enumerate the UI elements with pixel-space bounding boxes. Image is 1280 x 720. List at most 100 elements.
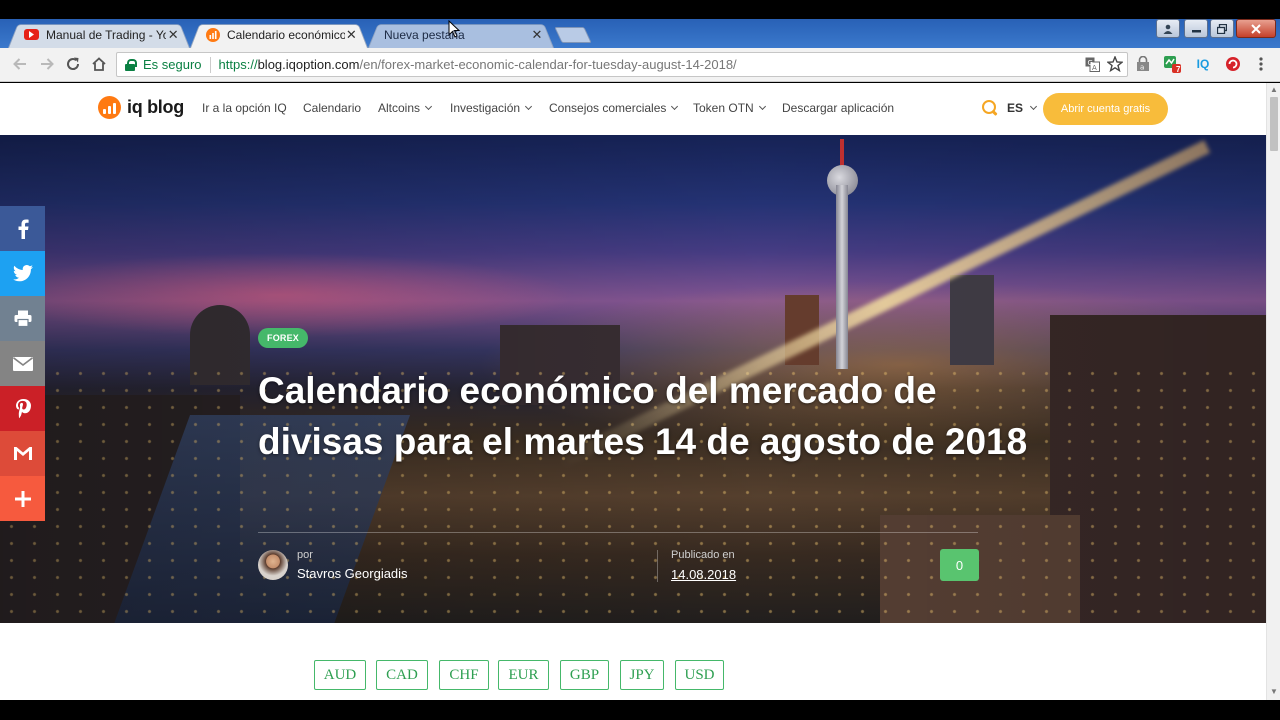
chevron-down-icon bbox=[1029, 102, 1038, 111]
chrome-menu-icon[interactable] bbox=[1252, 55, 1270, 73]
nav-item-token-otn[interactable]: Token OTN bbox=[693, 101, 766, 115]
tab-title: Manual de Trading - You bbox=[46, 27, 167, 42]
iq-blog-logo[interactable]: iq blog bbox=[98, 96, 184, 119]
extension-lock-icon[interactable]: a bbox=[1134, 55, 1152, 73]
iq-logo-icon bbox=[98, 96, 121, 119]
translate-icon[interactable]: GA bbox=[1083, 55, 1101, 73]
minimize-icon[interactable] bbox=[1184, 19, 1208, 38]
svg-text:a: a bbox=[1140, 64, 1144, 72]
plus-icon bbox=[14, 490, 31, 507]
nav-item-calendario[interactable]: Calendario bbox=[303, 101, 361, 115]
tab-strip: Manual de Trading - You ✕ Calendario eco… bbox=[0, 0, 1280, 48]
currency-tag-usd[interactable]: USD bbox=[675, 660, 724, 690]
print-icon bbox=[14, 310, 31, 327]
red-extension-icon[interactable] bbox=[1224, 55, 1242, 73]
back-icon[interactable] bbox=[11, 56, 29, 74]
nav-item-investigacion[interactable]: Investigación bbox=[450, 101, 533, 115]
site-header: iq blog Ir a la opción IQ Calendario Alt… bbox=[0, 83, 1266, 135]
divider bbox=[209, 56, 211, 73]
restore-icon[interactable] bbox=[1210, 19, 1234, 38]
currency-tag-chf[interactable]: CHF bbox=[439, 660, 489, 690]
share-twitter-button[interactable] bbox=[0, 251, 45, 296]
address-bar[interactable]: Es seguro https://blog.iqoption.com/en/f… bbox=[116, 52, 1128, 77]
bookmark-star-icon[interactable] bbox=[1106, 55, 1124, 73]
lock-icon bbox=[125, 59, 137, 71]
share-print-button[interactable] bbox=[0, 296, 45, 341]
url-path: /en/forex-market-economic-calendar-for-t… bbox=[359, 57, 737, 72]
new-tab-button[interactable] bbox=[554, 27, 592, 43]
page-scrollbar[interactable]: ▲ ▼ bbox=[1266, 83, 1280, 700]
hero-banner: FOREX Calendario económico del mercado d… bbox=[0, 135, 1266, 623]
tab-manual-de-trading[interactable]: Manual de Trading - You ✕ bbox=[8, 21, 190, 48]
close-tab-icon[interactable]: ✕ bbox=[530, 27, 544, 43]
screen: Manual de Trading - You ✕ Calendario eco… bbox=[0, 0, 1280, 720]
home-icon[interactable] bbox=[90, 56, 108, 74]
nav-label: Investigación bbox=[450, 101, 521, 115]
by-label: por bbox=[297, 549, 313, 561]
close-tab-icon[interactable]: ✕ bbox=[166, 27, 180, 43]
nav-label: Consejos comerciales bbox=[549, 101, 667, 115]
divider bbox=[657, 550, 658, 582]
reload-icon[interactable] bbox=[64, 56, 82, 74]
close-tab-icon[interactable]: ✕ bbox=[345, 27, 358, 43]
share-facebook-button[interactable] bbox=[0, 206, 45, 251]
logo-text: iq blog bbox=[127, 97, 184, 117]
article-title: Calendario económico del mercado de divi… bbox=[258, 370, 1028, 462]
pinterest-icon bbox=[15, 398, 31, 418]
share-more-button[interactable] bbox=[0, 476, 45, 521]
search-icon[interactable] bbox=[982, 100, 998, 116]
nav-item-altcoins[interactable]: Altcoins bbox=[378, 101, 433, 115]
iq-extension-icon[interactable]: IQ bbox=[1194, 55, 1212, 73]
chevron-down-icon bbox=[424, 102, 433, 111]
open-account-button[interactable]: Abrir cuenta gratis bbox=[1043, 93, 1168, 125]
svg-text:A: A bbox=[1092, 64, 1097, 72]
language-selector[interactable]: ES bbox=[1007, 101, 1038, 115]
currency-tag-jpy[interactable]: JPY bbox=[620, 660, 664, 690]
iqoption-icon bbox=[206, 27, 220, 42]
category-badge[interactable]: FOREX bbox=[258, 328, 309, 348]
currency-tag-aud[interactable]: AUD bbox=[314, 660, 366, 690]
scrollbar-thumb[interactable] bbox=[1270, 97, 1278, 151]
forward-icon[interactable] bbox=[38, 56, 56, 74]
bottom-border bbox=[0, 700, 1280, 720]
nav-item-ir-a-la-opcion-iq[interactable]: Ir a la opción IQ bbox=[202, 101, 287, 115]
currency-tag-gbp[interactable]: GBP bbox=[560, 660, 609, 690]
facebook-icon bbox=[18, 219, 29, 239]
twitter-icon bbox=[12, 265, 33, 282]
email-icon bbox=[12, 356, 33, 371]
language-code: ES bbox=[1007, 101, 1024, 115]
top-border bbox=[0, 0, 1280, 19]
divider bbox=[258, 532, 978, 533]
chevron-down-icon bbox=[758, 102, 766, 111]
scroll-up-icon[interactable]: ▲ bbox=[1270, 85, 1278, 94]
tab-nueva-pestana[interactable]: Nueva pestaña ✕ bbox=[368, 21, 554, 48]
nav-label: Descargar aplicación bbox=[782, 101, 895, 115]
tab-calendario-economico[interactable]: Calendario económico de ✕ bbox=[190, 21, 368, 48]
web-page: iq blog Ir a la opción IQ Calendario Alt… bbox=[0, 83, 1266, 700]
nav-label: Altcoins bbox=[378, 101, 421, 115]
chevron-down-icon bbox=[525, 102, 533, 111]
currency-tag-eur[interactable]: EUR bbox=[498, 660, 549, 690]
comment-count-button[interactable]: 0 bbox=[940, 549, 979, 581]
youtube-icon bbox=[24, 29, 39, 40]
profile-icon[interactable] bbox=[1156, 19, 1180, 38]
close-window-icon[interactable] bbox=[1236, 19, 1276, 38]
published-label: Publicado en bbox=[671, 549, 735, 561]
nav-item-consejos-comerciales[interactable]: Consejos comerciales bbox=[549, 101, 679, 115]
share-email-button[interactable] bbox=[0, 341, 45, 386]
scroll-down-icon[interactable]: ▼ bbox=[1270, 687, 1278, 696]
published-date[interactable]: 14.08.2018 bbox=[671, 567, 736, 582]
share-pinterest-button[interactable] bbox=[0, 386, 45, 431]
extension-badge-count: 7 bbox=[1176, 65, 1181, 74]
author-name[interactable]: Stavros Georgiadis bbox=[297, 566, 408, 581]
tab-title: Calendario económico de bbox=[227, 27, 345, 42]
share-gmail-button[interactable] bbox=[0, 431, 45, 476]
author-avatar[interactable] bbox=[258, 550, 288, 580]
iq-extension-label: IQ bbox=[1196, 57, 1210, 71]
chevron-down-icon bbox=[671, 102, 679, 111]
currency-tag-cad[interactable]: CAD bbox=[376, 660, 428, 690]
share-rail bbox=[0, 206, 45, 521]
tab-title: Nueva pestaña bbox=[384, 27, 465, 42]
nav-label: Token OTN bbox=[693, 101, 754, 115]
nav-item-descargar-aplicacion[interactable]: Descargar aplicación bbox=[782, 101, 894, 115]
